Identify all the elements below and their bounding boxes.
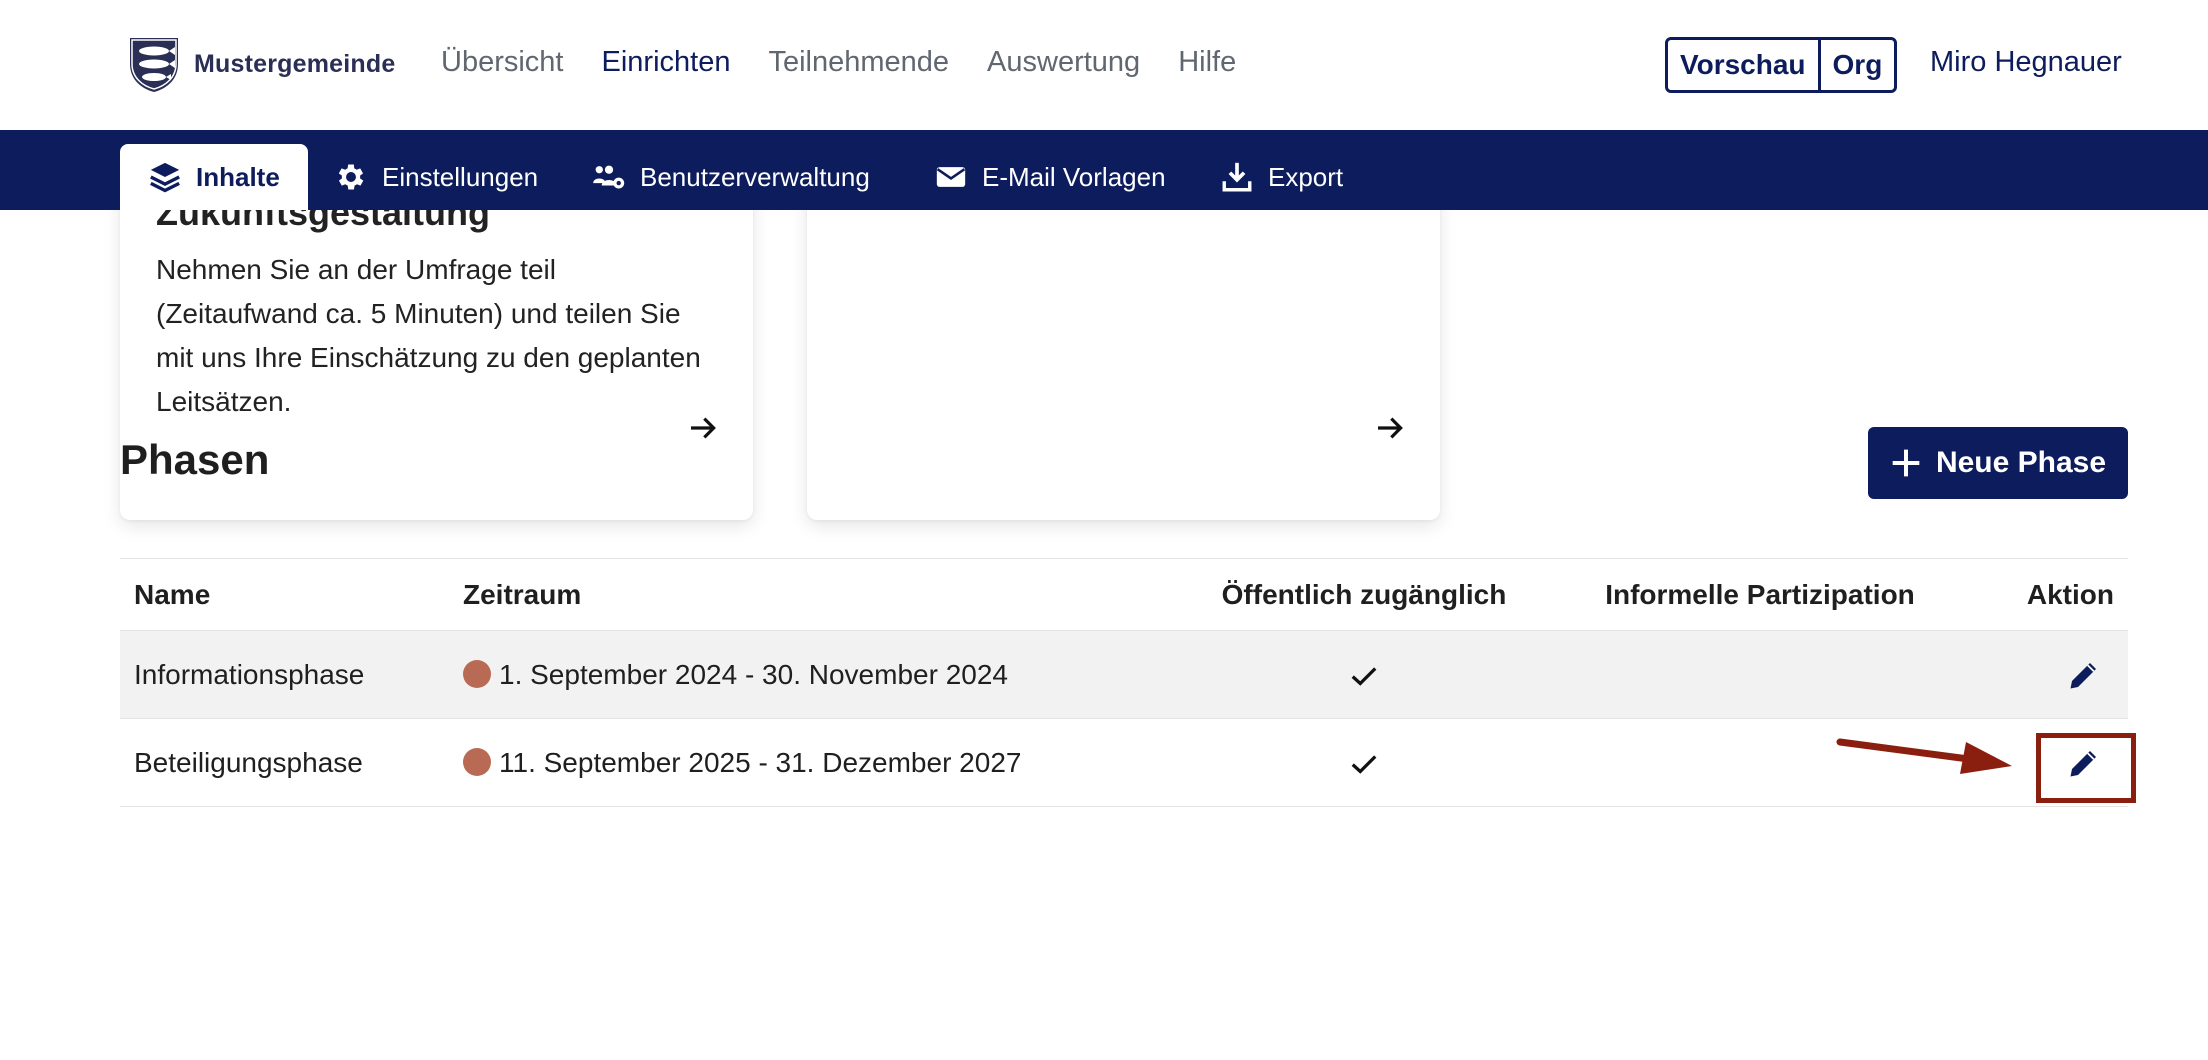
content-card[interactable] — [807, 210, 1440, 520]
new-phase-button[interactable]: Neue Phase — [1868, 427, 2128, 499]
phase-zeitraum: 11. September 2025 - 31. Dezember 2027 — [449, 718, 1177, 807]
tab-benutzerverwaltung[interactable]: Benutzerverwaltung — [592, 144, 870, 210]
column-header-zeitraum: Zeitraum — [449, 558, 1177, 631]
nav-uebersicht[interactable]: Übersicht — [441, 46, 564, 79]
nav-auswertung[interactable]: Auswertung — [987, 46, 1140, 79]
table-row: Informationsphase 1. September 2024 - 30… — [120, 630, 2128, 719]
layers-icon — [150, 162, 180, 193]
phase-zeitraum: 1. September 2024 - 30. November 2024 — [449, 630, 1177, 719]
tab-benutzerverwaltung-label: Benutzerverwaltung — [640, 161, 870, 192]
card-title: Zukunftsgestaltung — [156, 210, 490, 233]
annotation-arrow-icon — [1836, 738, 2012, 774]
gear-icon — [338, 164, 364, 190]
phase-name: Beteiligungsphase — [120, 718, 449, 807]
phasen-heading: Phasen — [120, 436, 270, 483]
arrow-right-icon[interactable] — [687, 412, 719, 444]
logo[interactable]: Mustergemeinde — [126, 34, 395, 94]
envelope-icon — [936, 167, 966, 187]
checkmark-icon — [1351, 755, 1377, 774]
tab-inhalte[interactable]: Inhalte — [120, 144, 308, 210]
nav-teilnehmende[interactable]: Teilnehmende — [768, 46, 949, 79]
phase-zeitraum-text: 1. September 2024 - 30. November 2024 — [499, 658, 1008, 690]
sub-nav: Inhalte Einstellungen Benutzerverwaltung… — [0, 130, 2208, 210]
tab-einstellungen[interactable]: Einstellungen — [334, 144, 538, 210]
phase-aktion — [1969, 630, 2128, 719]
column-header-aktion: Aktion — [1969, 558, 2128, 631]
plus-icon — [1892, 449, 1920, 477]
column-header-informell: Informelle Partizipation — [1551, 558, 1969, 631]
status-dot — [463, 659, 491, 688]
download-icon — [1222, 162, 1252, 192]
phase-oeffentlich — [1177, 718, 1551, 807]
tab-inhalte-label: Inhalte — [196, 161, 280, 192]
top-header: Mustergemeinde Übersicht Einrichten Teil… — [0, 0, 2208, 130]
column-header-name: Name — [120, 558, 449, 631]
tab-email-vorlagen-label: E-Mail Vorlagen — [982, 161, 1166, 192]
arrow-right-icon[interactable] — [1374, 412, 1406, 444]
user-menu[interactable]: Miro Hegnauer — [1930, 46, 2122, 79]
preview-button[interactable]: Vorschau — [1668, 40, 1818, 90]
card-description: Nehmen Sie an der Umfrage teil (Zeitaufw… — [156, 254, 701, 417]
pencil-icon[interactable] — [2066, 657, 2102, 693]
phase-zeitraum-text: 11. September 2025 - 31. Dezember 2027 — [499, 746, 1022, 778]
org-button[interactable]: Org — [1817, 40, 1895, 90]
tab-export-label: Export — [1268, 161, 1344, 192]
coat-of-arms-icon — [130, 38, 178, 92]
checkmark-icon — [1351, 667, 1377, 686]
nav-einrichten[interactable]: Einrichten — [602, 46, 731, 79]
annotation-highlight-box — [2036, 733, 2136, 803]
phase-name: Informationsphase — [120, 630, 449, 719]
table-header-row: Name Zeitraum Öffentlich zugänglich Info… — [120, 558, 2128, 631]
main-nav: Übersicht Einrichten Teilnehmende Auswer… — [441, 46, 1236, 79]
column-header-oeffentlich: Öffentlich zugänglich — [1177, 558, 1551, 631]
phase-oeffentlich — [1177, 630, 1551, 719]
phase-informell — [1551, 630, 1969, 719]
tab-einstellungen-label: Einstellungen — [382, 161, 539, 192]
table-row: Beteiligungsphase 11. September 2025 - 3… — [120, 718, 2128, 807]
new-phase-label: Neue Phase — [1935, 446, 2107, 479]
preview-toggle-group: Vorschau Org — [1665, 37, 1898, 93]
users-gear-icon — [593, 165, 625, 189]
status-dot — [463, 747, 491, 776]
tab-email-vorlagen[interactable]: E-Mail Vorlagen — [934, 144, 1166, 210]
logo-text: Mustergemeinde — [194, 49, 396, 78]
phases-table: Name Zeitraum Öffentlich zugänglich Info… — [120, 558, 2128, 807]
nav-hilfe[interactable]: Hilfe — [1178, 46, 1236, 79]
tab-export[interactable]: Export — [1220, 144, 1343, 210]
